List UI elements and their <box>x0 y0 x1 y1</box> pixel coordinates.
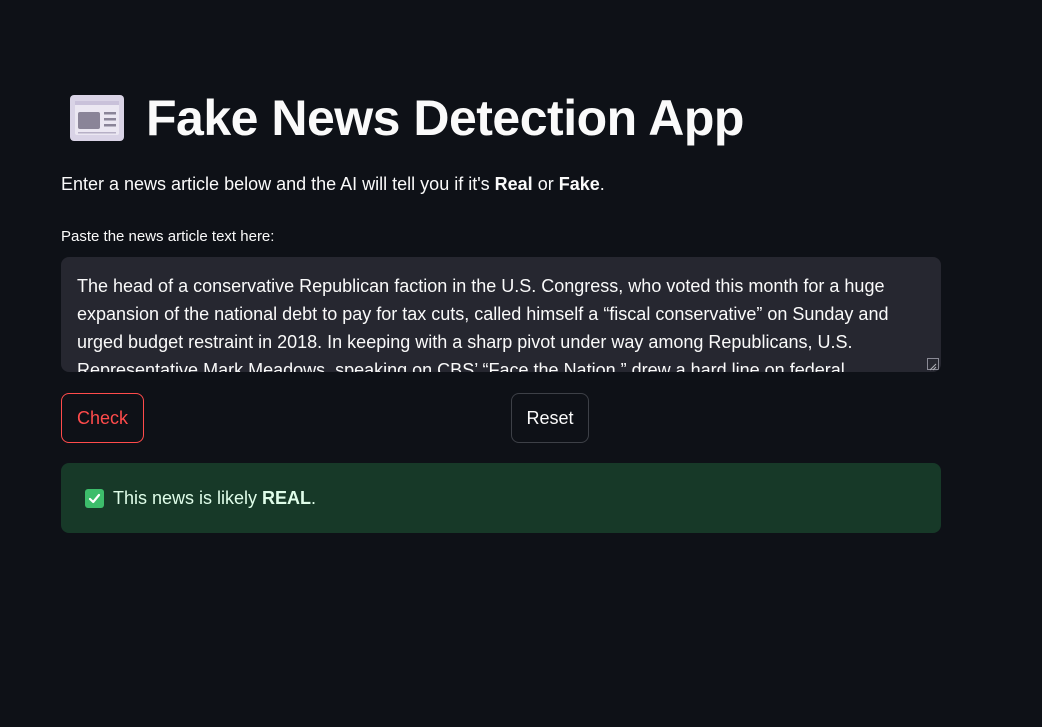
intro-suffix: . <box>599 174 605 194</box>
article-text-value[interactable]: The head of a conservative Republican fa… <box>77 272 923 372</box>
app-container: Fake News Detection App Enter a news art… <box>0 0 1042 727</box>
result-success-alert: This news is likely REAL. <box>61 463 941 533</box>
intro-middle: or <box>532 174 559 194</box>
intro-real-word: Real <box>494 174 533 194</box>
article-textarea[interactable]: The head of a conservative Republican fa… <box>61 257 941 372</box>
result-verdict: REAL <box>262 487 312 508</box>
intro-prefix: Enter a news article below and the AI wi… <box>61 174 495 194</box>
reset-button[interactable]: Reset <box>511 393 589 443</box>
check-mark-icon <box>85 488 104 508</box>
article-input-label: Paste the news article text here: <box>61 228 275 245</box>
intro-text: Enter a news article below and the AI wi… <box>61 174 605 195</box>
result-text: This news is likely REAL. <box>113 488 316 509</box>
resize-handle-icon[interactable] <box>927 358 939 371</box>
check-button[interactable]: Check <box>61 393 144 443</box>
page-title: Fake News Detection App <box>146 90 744 146</box>
page-header: Fake News Detection App <box>68 86 744 150</box>
newspaper-icon <box>68 93 126 143</box>
result-prefix: This news is likely <box>113 487 263 508</box>
result-suffix: . <box>311 487 317 508</box>
intro-fake-word: Fake <box>558 174 600 194</box>
